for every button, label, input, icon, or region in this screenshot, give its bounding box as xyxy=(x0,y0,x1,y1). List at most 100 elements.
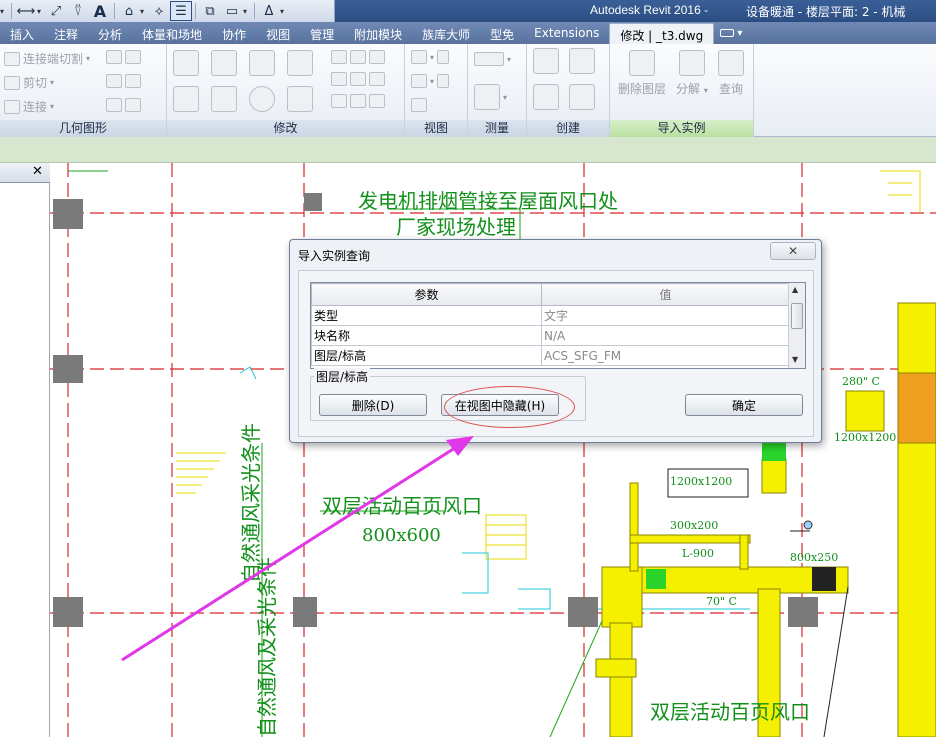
measure-icon[interactable]: ⟷ xyxy=(15,1,37,21)
drawing-text: 双层活动百页风口 xyxy=(650,700,810,724)
explode-button[interactable]: 分解 ▾ xyxy=(676,50,708,97)
split-button[interactable] xyxy=(331,50,385,64)
paint-brush-button[interactable] xyxy=(411,98,427,112)
table-scrollbar[interactable]: ▲ ▼ xyxy=(788,283,805,368)
thin-lines-icon[interactable]: ☰ xyxy=(170,1,192,21)
create-similar-button[interactable] xyxy=(569,84,595,110)
tab-xingmian[interactable]: 型免 xyxy=(480,23,524,44)
query-button[interactable]: 查询 xyxy=(718,50,744,97)
wall-joins-button[interactable] xyxy=(106,74,141,88)
chevron-down-icon[interactable]: ▾ xyxy=(243,7,251,16)
move-button[interactable] xyxy=(173,86,199,112)
ok-button[interactable]: 确定 xyxy=(685,394,803,416)
table-row[interactable]: 图层/标高 ACS_SFG_FM xyxy=(311,345,790,366)
app-title: Autodesk Revit 2016 - xyxy=(590,3,709,17)
rotate-icon xyxy=(249,86,275,112)
text-icon[interactable]: A xyxy=(89,1,111,21)
chevron-down-icon[interactable]: ▾ xyxy=(140,7,148,16)
create-assembly-button[interactable] xyxy=(533,48,559,74)
rotate-button[interactable] xyxy=(249,86,275,112)
drawing-text: 1200x1200 xyxy=(670,475,732,488)
tab-extensions[interactable]: Extensions xyxy=(524,23,609,44)
parameter-table: 参数 值 类型 文字 块名称 N/A 图层/标高 ACS_SFG_FM ▲ ▼ xyxy=(310,282,806,369)
measure-line-icon xyxy=(474,52,504,66)
close-icon[interactable]: ✕ xyxy=(32,164,43,179)
chevron-down-icon: ▾ xyxy=(703,86,708,95)
annotation-icon[interactable]: Δ xyxy=(258,1,280,21)
scroll-up-icon[interactable]: ▲ xyxy=(792,285,798,294)
panel-label-measure: 测量 xyxy=(468,120,526,137)
chevron-down-icon[interactable]: ▾ xyxy=(280,7,288,16)
paint-button[interactable] xyxy=(106,50,141,64)
section-icon[interactable]: ⟡ xyxy=(148,1,170,21)
measure-between-button[interactable]: ▾ xyxy=(474,52,511,66)
dimension-icon[interactable]: ⤢ xyxy=(45,1,67,21)
chevron-down-icon[interactable]: ▾ xyxy=(0,7,8,16)
join-button[interactable]: 连接 ▾ xyxy=(4,98,54,115)
hide-element-button[interactable]: ▾ xyxy=(411,50,450,64)
offset-button[interactable] xyxy=(211,50,237,76)
ribbon: 连接端切割▾ 剪切▾ 连接▾ 几何图形 修改 ▾ ▾ 视图 ▾ ▾ 测量 xyxy=(0,44,936,137)
mirror-draw-button[interactable] xyxy=(287,50,313,76)
create-parts-button[interactable] xyxy=(569,48,595,74)
tab-manage[interactable]: 管理 xyxy=(300,23,344,44)
3d-view-icon[interactable]: ⌂ xyxy=(118,1,140,21)
scroll-down-icon[interactable]: ▼ xyxy=(792,355,798,364)
column xyxy=(53,355,83,383)
column xyxy=(293,597,317,627)
tag-icon[interactable]: ⍢ xyxy=(67,1,89,21)
louver-grille xyxy=(812,567,836,591)
create-group-button[interactable] xyxy=(533,84,559,110)
split-icon xyxy=(331,50,347,64)
tab-annotate[interactable]: 注释 xyxy=(44,23,88,44)
trim-button[interactable] xyxy=(287,86,313,112)
cyan-mark xyxy=(518,588,551,610)
duct-vertical xyxy=(897,302,936,737)
panel-geometry: 连接端切割 ▾ 剪切 ▾ 连接 ▾ 几何图形 xyxy=(0,44,167,137)
mirror-axis-button[interactable] xyxy=(249,50,275,76)
table-row[interactable]: 类型 文字 xyxy=(311,305,790,326)
array-button[interactable] xyxy=(331,72,385,86)
tab-modify-dwg[interactable]: 修改 | _t3.dwg xyxy=(609,23,715,44)
dialog-close-button[interactable]: ✕ xyxy=(770,242,816,260)
delete-layers-button[interactable]: 删除图层 xyxy=(618,50,666,97)
scrollbar-thumb[interactable] xyxy=(791,303,803,329)
ribbon-minimize-button[interactable]: ▾ xyxy=(720,24,742,42)
cut-label: 剪切 xyxy=(23,76,48,90)
tab-addins[interactable]: 附加模块 xyxy=(344,23,412,44)
aligned-dimension-button[interactable]: ▾ xyxy=(474,84,507,110)
grille-hatch xyxy=(485,514,527,560)
table-row[interactable]: 块名称 N/A xyxy=(311,325,790,346)
copy-button[interactable] xyxy=(211,86,237,112)
panel-label-import-instance: 导入实例 xyxy=(610,120,753,137)
view-title: 设备暖通 - 楼层平面: 2 - 机械 xyxy=(746,5,906,19)
stair-hatch xyxy=(880,170,921,213)
delete-button[interactable]: 删除(D) xyxy=(319,394,427,416)
tab-collaborate[interactable]: 协作 xyxy=(212,23,256,44)
tab-analyze[interactable]: 分析 xyxy=(88,23,132,44)
drawing-text: 280" C xyxy=(842,375,880,388)
align-button[interactable] xyxy=(173,50,199,76)
parameter-value: ACS_SFG_FM xyxy=(541,345,790,366)
hide-in-view-button[interactable]: 在视图中隐藏(H) xyxy=(441,394,559,416)
drawing-text: 厂家现场处理 xyxy=(396,215,516,239)
linework-button[interactable]: ▾ xyxy=(411,74,450,88)
tab-insert[interactable]: 插入 xyxy=(0,23,44,44)
panel-modify: 修改 xyxy=(167,44,405,137)
panel-create: 创建 xyxy=(527,44,610,137)
switch-windows-icon[interactable]: ▭ xyxy=(221,1,243,21)
cut-button[interactable]: 剪切 ▾ xyxy=(4,74,54,91)
tab-massing-site[interactable]: 体量和场地 xyxy=(132,23,212,44)
tab-view[interactable]: 视图 xyxy=(256,23,300,44)
join-roof-button[interactable] xyxy=(106,98,141,112)
parts-icon xyxy=(569,48,595,74)
quick-access-toolbar: ▾ ⟷ ▾ ⤢ ⍢ A ⌂ ▾ ⟡ ☰ ⧉ ▭ ▾ Δ ▾ xyxy=(0,0,335,22)
cut-join-button[interactable]: 连接端切割 ▾ xyxy=(4,50,90,67)
ribbon-tabs: 插入 注释 分析 体量和场地 协作 视图 管理 附加模块 族库大师 型免 Ext… xyxy=(0,22,936,44)
layer-group-label: 图层/标高 xyxy=(314,368,371,385)
close-hidden-icon[interactable]: ⧉ xyxy=(199,1,221,21)
trim-multiple-button[interactable] xyxy=(331,94,385,108)
drawing-text: L-900 xyxy=(682,547,714,560)
chevron-down-icon[interactable]: ▾ xyxy=(37,7,45,16)
tab-family-library[interactable]: 族库大师 xyxy=(412,23,480,44)
